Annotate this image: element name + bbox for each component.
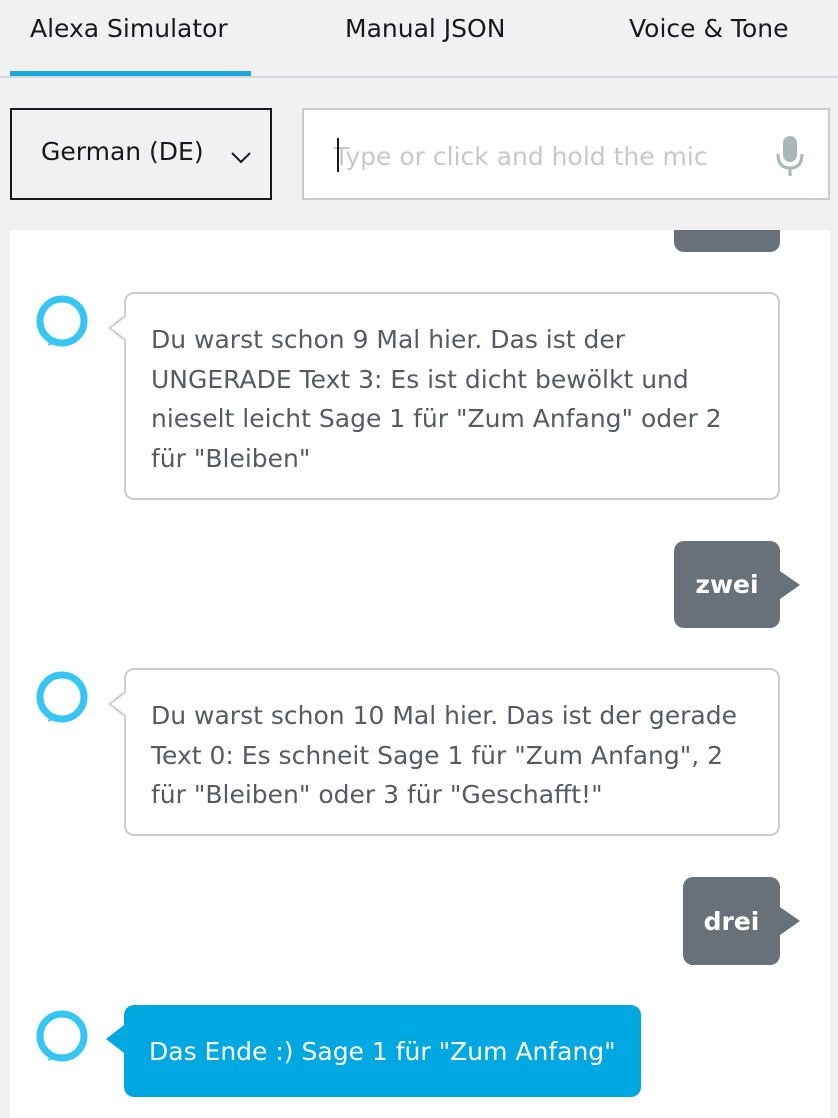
- bubble-tail: [111, 316, 127, 340]
- alexa-message-text: Das Ende :) Sage 1 für "Zum Anfang": [149, 1036, 616, 1066]
- chevron-down-icon: [231, 152, 251, 164]
- alexa-message: Du warst schon 10 Mal hier. Das ist der …: [108, 668, 780, 836]
- bubble-tail: [111, 692, 127, 716]
- user-message-clipped: [674, 230, 780, 252]
- tab-alexa-simulator[interactable]: Alexa Simulator: [30, 14, 228, 54]
- language-select-value: German (DE): [41, 137, 204, 166]
- simulator-tabs: Alexa Simulator Manual JSON Voice & Tone: [0, 0, 838, 78]
- user-message: drei: [683, 877, 800, 965]
- tab-manual-json[interactable]: Manual JSON: [345, 14, 505, 54]
- alexa-message-highlighted: Das Ende :) Sage 1 für "Zum Anfang": [106, 1005, 641, 1097]
- conversation-panel[interactable]: Du warst schon 9 Mal hier. Das ist der U…: [10, 230, 830, 1118]
- alexa-ring-icon: [36, 295, 88, 347]
- user-message: zwei: [674, 541, 800, 628]
- alexa-message: Du warst schon 9 Mal hier. Das ist der U…: [108, 292, 780, 500]
- alexa-ring-icon: [36, 1010, 88, 1062]
- text-caret: [337, 138, 339, 172]
- utterance-input[interactable]: [334, 134, 754, 178]
- microphone-icon[interactable]: [774, 132, 806, 180]
- language-select[interactable]: German (DE): [10, 108, 272, 200]
- bubble-tail: [780, 907, 800, 935]
- alexa-message-text: Du warst schon 10 Mal hier. Das ist der …: [151, 701, 737, 809]
- alexa-ring-icon: [36, 671, 88, 723]
- tab-voice-and-tone[interactable]: Voice & Tone: [629, 14, 788, 54]
- utterance-field: [302, 108, 830, 200]
- bubble-tail: [106, 1025, 124, 1053]
- bubble-tail: [780, 570, 800, 599]
- active-tab-indicator: [10, 71, 251, 76]
- user-message-text: drei: [703, 906, 760, 936]
- user-message-text: zwei: [695, 570, 759, 599]
- alexa-message-text: Du warst schon 9 Mal hier. Das ist der U…: [151, 325, 722, 473]
